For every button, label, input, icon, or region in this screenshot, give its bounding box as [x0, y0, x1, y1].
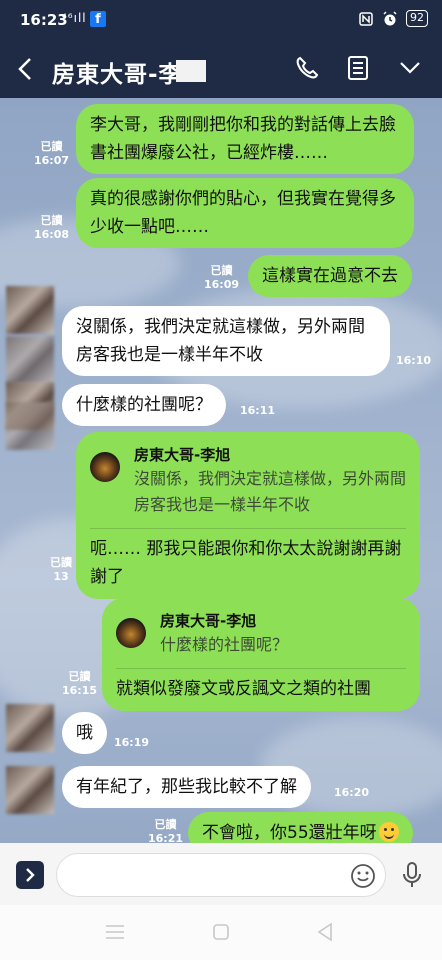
outgoing-message[interactable]: 李大哥，我剛剛把你和我的對話傳上去臉書社團爆廢公社，已經炸樓……	[76, 104, 414, 174]
quoted-sender: 房東大哥-李旭	[134, 446, 231, 464]
outgoing-message[interactable]: 不會啦，你55還壯年呀	[188, 812, 413, 843]
avatar[interactable]	[6, 286, 54, 334]
incoming-message[interactable]: 哦	[62, 712, 107, 754]
alarm-icon	[383, 10, 397, 25]
signal-icon: ⁴⁶ıll	[62, 11, 87, 25]
message-meta: 已讀 16:15	[62, 670, 97, 698]
recent-apps-icon[interactable]	[104, 924, 126, 940]
read-receipt: 已讀	[50, 556, 72, 569]
input-bar	[0, 843, 442, 905]
message-meta: 已讀 16:07	[34, 140, 69, 168]
message-time: 16:08	[34, 228, 70, 241]
avatar	[6, 402, 54, 450]
status-time: 16:23	[20, 11, 68, 29]
message-time: 16:20	[334, 786, 370, 799]
message-meta: 已讀 16:21	[148, 818, 183, 843]
message-time: 16:15	[62, 684, 98, 697]
chat-title[interactable]: 房東大哥-李	[52, 55, 183, 89]
message-time: 16:07	[34, 154, 70, 167]
quoted-avatar	[116, 618, 146, 648]
message-time: 16:21	[148, 832, 184, 843]
read-receipt: 已讀	[154, 818, 177, 831]
status-icons: 92	[358, 10, 428, 27]
back-icon[interactable]	[316, 922, 334, 942]
outgoing-reply-message[interactable]: 房東大哥-李旭 沒關係，我們決定就這樣做，另外兩間房客我也是一樣半年不收 呃………	[76, 432, 420, 599]
status-bar: 16:23 ⁴⁶ıll f 92	[0, 0, 442, 40]
chat-area[interactable]: 已讀 16:07 李大哥，我剛剛把你和我的對話傳上去臉書社團爆廢公社，已經炸樓……	[0, 98, 442, 843]
nfc-icon	[359, 11, 373, 26]
read-receipt: 已讀	[40, 214, 63, 227]
quoted-message[interactable]: 房東大哥-李旭 沒關係，我們決定就這樣做，另外兩間房客我也是一樣半年不收	[90, 438, 406, 529]
outgoing-message[interactable]: 這樣實在過意不去	[248, 255, 412, 297]
chevron-down-icon[interactable]	[398, 58, 422, 78]
message-time: 16:09	[204, 278, 240, 291]
outgoing-message[interactable]: 真的很感謝你們的貼心，但我實在覺得多少收一點吧……	[76, 178, 414, 248]
quoted-avatar	[90, 452, 120, 482]
redacted-name	[176, 60, 206, 82]
reply-text: 呃…… 那我只能跟你和你太太說謝謝再謝謝了	[90, 539, 402, 587]
message-time: 16:11	[240, 404, 276, 417]
outgoing-reply-message[interactable]: 房東大哥-李旭 什麼樣的社團呢？ 就類似發廢文或反諷文之類的社團	[102, 598, 420, 711]
smiling-face-icon	[378, 822, 399, 842]
quoted-message[interactable]: 房東大哥-李旭 什麼樣的社團呢？	[116, 604, 406, 669]
incoming-message[interactable]: 有年紀了，那些我比較不了解	[62, 766, 311, 808]
read-receipt: 已讀	[68, 670, 91, 683]
avatar	[6, 336, 54, 384]
message-meta: 已讀 13	[50, 556, 72, 584]
system-nav-bar	[0, 905, 442, 960]
reply-text: 就類似發廢文或反諷文之類的社團	[116, 679, 371, 699]
message-text: 不會啦，你55還壯年呀	[202, 823, 377, 843]
battery-icon: 92	[406, 10, 428, 27]
back-arrow-icon[interactable]	[14, 54, 40, 84]
read-receipt: 已讀	[40, 140, 63, 153]
quoted-text: 什麼樣的社團呢？	[160, 635, 289, 654]
incoming-message[interactable]: 什麼樣的社團呢？	[62, 384, 226, 426]
message-meta: 已讀 16:08	[34, 214, 69, 242]
message-meta: 已讀 16:09	[204, 264, 239, 292]
quoted-sender: 房東大哥-李旭	[160, 612, 257, 630]
home-icon[interactable]	[212, 923, 230, 941]
notes-icon[interactable]	[346, 55, 370, 81]
avatar[interactable]	[6, 704, 54, 752]
facebook-icon: f	[90, 11, 106, 27]
incoming-message[interactable]: 沒關係，我們決定就這樣做，另外兩間房客我也是一樣半年不收	[62, 306, 390, 376]
chat-header: 房東大哥-李	[0, 40, 442, 98]
read-receipt: 已讀	[210, 264, 233, 277]
message-input[interactable]	[56, 853, 386, 897]
phone-icon[interactable]	[294, 55, 320, 81]
message-time: 16:19	[114, 736, 150, 749]
message-time: 13	[53, 570, 69, 583]
quoted-text: 沒關係，我們決定就這樣做，另外兩間房客我也是一樣半年不收	[134, 469, 407, 514]
expand-icon[interactable]	[16, 861, 44, 889]
microphone-icon[interactable]	[400, 861, 424, 889]
avatar[interactable]	[6, 766, 54, 814]
message-time: 16:10	[396, 354, 432, 367]
emoji-icon[interactable]	[350, 863, 376, 889]
